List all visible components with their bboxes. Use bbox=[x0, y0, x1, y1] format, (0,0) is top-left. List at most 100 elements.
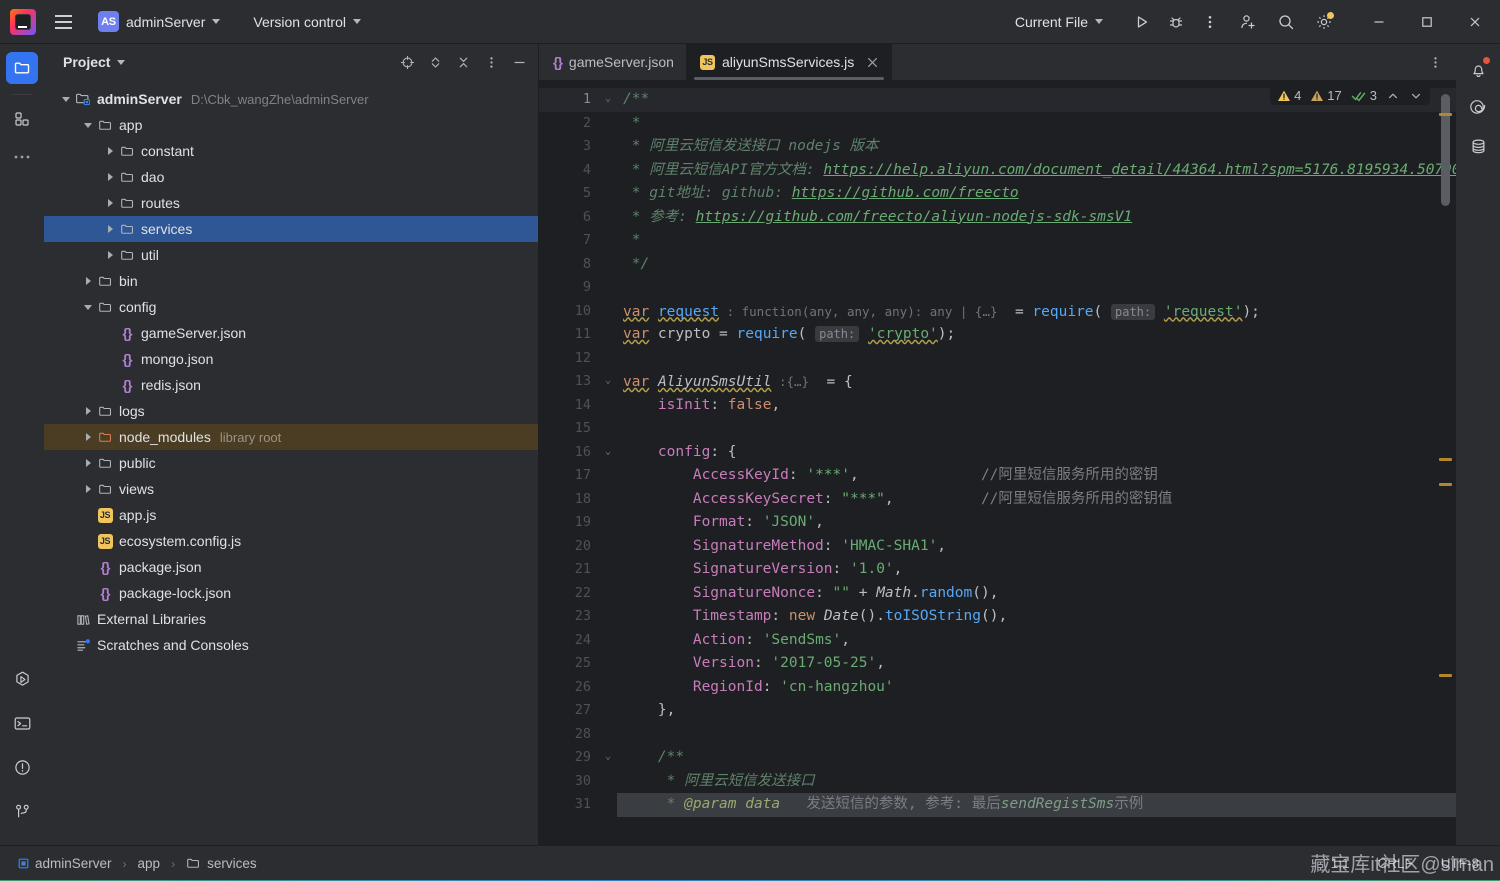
vertical-ellipsis-icon[interactable] bbox=[478, 49, 504, 75]
tree-item-scratches-and-consoles[interactable]: Scratches and Consoles bbox=[44, 632, 538, 658]
code-line[interactable]: AccessKeyId: '***', //阿里短信服务所用的密钥 bbox=[617, 464, 1456, 488]
code-line[interactable]: /** bbox=[617, 746, 1456, 770]
debug-button[interactable] bbox=[1160, 6, 1192, 38]
hamburger-icon[interactable] bbox=[46, 5, 80, 39]
tree-item-constant[interactable]: constant bbox=[44, 138, 538, 164]
tree-item-views[interactable]: views bbox=[44, 476, 538, 502]
tree-item-mongo-json[interactable]: {}mongo.json bbox=[44, 346, 538, 372]
code-line[interactable] bbox=[617, 347, 1456, 371]
tree-item-gameserver-json[interactable]: {}gameServer.json bbox=[44, 320, 538, 346]
editor-tab-aliyunsmsservices-js[interactable]: JSaliyunSmsServices.js bbox=[686, 44, 892, 80]
tree-item-public[interactable]: public bbox=[44, 450, 538, 476]
tree-item-redis-json[interactable]: {}redis.json bbox=[44, 372, 538, 398]
code-line[interactable]: isInit: false, bbox=[617, 394, 1456, 418]
tree-item-util[interactable]: util bbox=[44, 242, 538, 268]
chevron-right-icon[interactable] bbox=[80, 273, 96, 289]
breadcrumb-item[interactable]: app bbox=[134, 854, 165, 873]
search-icon[interactable] bbox=[1270, 6, 1302, 38]
code-line[interactable]: * 阿里云短信发送接口 nodejs 版本 bbox=[617, 135, 1456, 159]
run-tool-window[interactable] bbox=[6, 663, 38, 695]
run-button[interactable] bbox=[1126, 6, 1158, 38]
add-user-icon[interactable] bbox=[1232, 6, 1264, 38]
version-control-menu[interactable]: Version control bbox=[244, 10, 370, 34]
tree-item-dao[interactable]: dao bbox=[44, 164, 538, 190]
tree-item-bin[interactable]: bin bbox=[44, 268, 538, 294]
code-line[interactable]: SignatureVersion: '1.0', bbox=[617, 558, 1456, 582]
close-tab-icon[interactable] bbox=[864, 54, 880, 70]
breadcrumb-item[interactable]: adminServer bbox=[14, 854, 116, 873]
code-line[interactable]: RegionId: 'cn-hangzhou' bbox=[617, 676, 1456, 700]
code-line[interactable] bbox=[617, 276, 1456, 300]
chevron-down-icon[interactable] bbox=[80, 299, 96, 315]
fold-chevron-icon[interactable]: ⌄ bbox=[605, 88, 611, 112]
code-line[interactable]: config: { bbox=[617, 441, 1456, 465]
tree-item-logs[interactable]: logs bbox=[44, 398, 538, 424]
tree-item-routes[interactable]: routes bbox=[44, 190, 538, 216]
fold-chevron-icon[interactable]: ⌄ bbox=[605, 370, 611, 394]
scroll-marker-warning[interactable] bbox=[1439, 483, 1452, 486]
fold-chevron-icon[interactable]: ⌄ bbox=[605, 441, 611, 465]
code-line[interactable]: Format: 'JSON', bbox=[617, 511, 1456, 535]
structure-tool-window[interactable] bbox=[6, 103, 38, 135]
chevron-right-icon[interactable] bbox=[80, 455, 96, 471]
tree-item-package-json[interactable]: {}package.json bbox=[44, 554, 538, 580]
code-line[interactable]: * 阿里云短信API官方文档: https://help.aliyun.com/… bbox=[617, 159, 1456, 183]
scroll-marker-warning[interactable] bbox=[1439, 113, 1452, 116]
project-tree[interactable]: adminServerD:\Cbk_wangZhe\adminServerapp… bbox=[44, 80, 538, 845]
chevron-up-icon[interactable] bbox=[1383, 90, 1403, 102]
settings-gear-icon[interactable] bbox=[1308, 6, 1340, 38]
tree-item-node-modules[interactable]: node_moduleslibrary root bbox=[44, 424, 538, 450]
chevron-down-icon[interactable] bbox=[58, 91, 74, 107]
code-line[interactable]: AccessKeySecret: "***", //阿里短信服务所用的密钥值 bbox=[617, 488, 1456, 512]
fold-chevron-icon[interactable]: ⌄ bbox=[605, 746, 611, 770]
tree-item-adminserver[interactable]: adminServerD:\Cbk_wangZhe\adminServer bbox=[44, 86, 538, 112]
ai-assistant[interactable] bbox=[1462, 92, 1494, 124]
chevron-right-icon[interactable] bbox=[102, 221, 118, 237]
notifications[interactable] bbox=[1462, 54, 1494, 86]
ok-count[interactable]: 3 bbox=[1348, 88, 1380, 103]
chevron-right-icon[interactable] bbox=[102, 247, 118, 263]
project-panel-title[interactable]: Project bbox=[58, 51, 130, 73]
database[interactable] bbox=[1462, 130, 1494, 162]
line-separator[interactable]: CRLF bbox=[1372, 854, 1417, 873]
code-line[interactable] bbox=[617, 417, 1456, 441]
code-line[interactable]: Action: 'SendSms', bbox=[617, 629, 1456, 653]
chevron-right-icon[interactable] bbox=[80, 429, 96, 445]
tree-item-external-libraries[interactable]: External Libraries bbox=[44, 606, 538, 632]
code-content[interactable]: /** * * 阿里云短信发送接口 nodejs 版本 * 阿里云短信API官方… bbox=[617, 80, 1456, 845]
code-line[interactable]: * 阿里云短信发送接口 bbox=[617, 770, 1456, 794]
tree-item-ecosystem-config-js[interactable]: JSecosystem.config.js bbox=[44, 528, 538, 554]
chevron-right-icon[interactable] bbox=[102, 195, 118, 211]
tree-item-app[interactable]: app bbox=[44, 112, 538, 138]
target-icon[interactable] bbox=[394, 49, 420, 75]
code-line[interactable]: */ bbox=[617, 253, 1456, 277]
chevron-right-icon[interactable] bbox=[102, 143, 118, 159]
warning-count-strong[interactable]: 4 bbox=[1274, 88, 1304, 103]
close-icon[interactable] bbox=[1452, 0, 1498, 44]
chevron-down-icon[interactable] bbox=[1406, 90, 1426, 102]
code-line[interactable]: Version: '2017-05-25', bbox=[617, 652, 1456, 676]
tree-item-config[interactable]: config bbox=[44, 294, 538, 320]
git-tool-window[interactable] bbox=[6, 795, 38, 827]
hide-panel-icon[interactable] bbox=[506, 49, 532, 75]
code-line[interactable]: SignatureNonce: "" + Math.random(), bbox=[617, 582, 1456, 606]
scroll-marker-warning[interactable] bbox=[1439, 458, 1452, 461]
file-encoding[interactable]: UTF-8 bbox=[1436, 854, 1484, 873]
code-line[interactable]: * bbox=[617, 112, 1456, 136]
maximize-icon[interactable] bbox=[1404, 0, 1450, 44]
terminal-tool-window[interactable] bbox=[6, 707, 38, 739]
code-line[interactable]: * git地址: github: https://github.com/free… bbox=[617, 182, 1456, 206]
chevron-right-icon[interactable] bbox=[80, 481, 96, 497]
code-line[interactable]: SignatureMethod: 'HMAC-SHA1', bbox=[617, 535, 1456, 559]
code-line[interactable]: * @param data 发送短信的参数, 参考: 最后sendRegistS… bbox=[617, 793, 1456, 817]
problems-tool-window[interactable] bbox=[6, 751, 38, 783]
breadcrumb-item[interactable]: services bbox=[182, 854, 261, 873]
editor-tab-gameserver-json[interactable]: {}gameServer.json bbox=[539, 44, 686, 80]
chevron-right-icon[interactable] bbox=[80, 403, 96, 419]
editor-options-icon[interactable] bbox=[1422, 49, 1448, 75]
more-actions-icon[interactable] bbox=[1194, 6, 1226, 38]
warning-count-weak[interactable]: 17 bbox=[1307, 88, 1344, 103]
caret-position[interactable]: 1:1 bbox=[1326, 854, 1355, 873]
chevron-down-icon[interactable] bbox=[80, 117, 96, 133]
project-selector[interactable]: AS adminServer bbox=[90, 7, 228, 36]
